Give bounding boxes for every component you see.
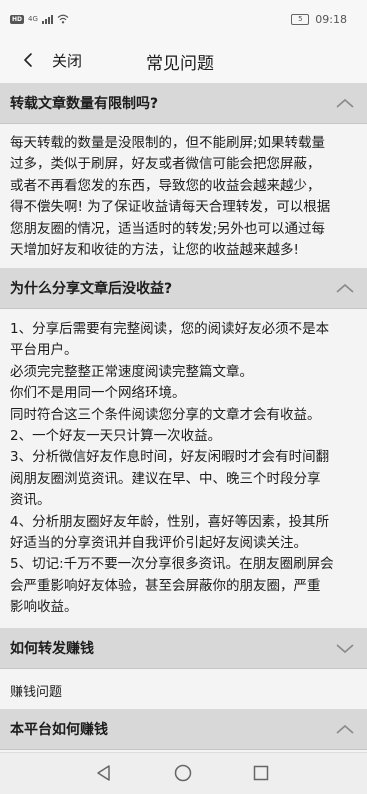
status-right: 5 09:18 — [291, 13, 347, 26]
system-nav-bar — [0, 752, 367, 794]
answer-line: 4、分析朋友圈好友年龄，性别，喜好等因素，投其所 — [10, 513, 330, 530]
faq-answer-3: 赚钱问题 — [0, 669, 367, 709]
answer-line: 天增加好友和收徒的方法，让您的收益越来越多! — [10, 242, 299, 259]
answer-line: 必须完完整整正常速度阅读完整篇文章。 — [10, 363, 253, 380]
answer-line: 你们不是用同一个网络环境。 — [10, 385, 186, 402]
answer-line: 影响收益。 — [10, 599, 78, 616]
answer-line: 每天转载的数量是没限制的，但不能刷屏;如果转载量 — [10, 135, 326, 151]
faq-question-text: 如何转发赚钱 — [10, 641, 94, 657]
wifi-icon — [57, 14, 69, 24]
answer-line: 阅朋友圈浏览资讯。建议在早、中、晚三个时段分享 — [10, 470, 321, 487]
answer-line: 5、切记:千万不要一次分享很多资讯。在朋友圈刷屏会 — [10, 556, 334, 573]
back-triangle-icon[interactable] — [94, 763, 114, 783]
home-circle-icon[interactable] — [173, 763, 193, 783]
answer-line: 赚钱问题 — [10, 685, 63, 700]
answer-line: 好适当的分享资讯并自我评价引起好友阅读关注。 — [10, 535, 307, 552]
faq-question-2[interactable]: 为什么分享文章后没收益? — [0, 268, 367, 309]
answer-line: 会严重影响好友体验，甚至会屏蔽你的朋友圈，严重 — [10, 577, 321, 594]
top-nav-bar: 关闭 常见问题 — [0, 38, 367, 83]
answer-line: 得不偿失啊! 为了保证收益请每天合理转发，可以根据 — [10, 199, 331, 216]
answer-line: 3、分析微信好友作息时间，好友闲暇时才会有时间翻 — [10, 449, 330, 466]
battery-icon: 5 — [291, 14, 310, 25]
chevron-up-icon[interactable] — [335, 723, 355, 735]
network-type: 4G — [28, 15, 38, 23]
faq-answer-text: 每天转载的数量是没限制的，但不能刷屏;如果转载量 过多，类似于刷屏，好友或者微信… — [10, 133, 362, 261]
status-left: HD 4G — [10, 14, 69, 24]
answer-line: 或者不再看您发的东西，导致您的收益会越来越少， — [10, 177, 321, 194]
faq-question-text: 转载文章数量有限制吗? — [10, 96, 159, 112]
answer-line: 2、一个好友一天只计算一次收益。 — [10, 428, 222, 445]
answer-line: 过多，类似于刷屏，好友或者微信可能会把您屏蔽， — [10, 156, 321, 173]
faq-question-text: 本平台如何赚钱 — [10, 722, 108, 738]
faq-answer-1: 每天转载的数量是没限制的，但不能刷屏;如果转载量 过多，类似于刷屏，好友或者微信… — [0, 124, 367, 272]
faq-answer-2: 1、分享后需要有完整阅读，您的阅读好友必须不是本 平台用户。 必须完完整整正常速… — [0, 309, 367, 630]
answer-line: 资讯。 — [10, 492, 51, 509]
answer-line: 同时符合这三个条件阅读您分享的文章才会有收益。 — [10, 406, 321, 423]
chevron-down-icon[interactable] — [335, 642, 355, 654]
answer-line: 平台用户。 — [10, 342, 78, 359]
faq-question-3[interactable]: 如何转发赚钱 — [0, 628, 367, 669]
close-button[interactable]: 关闭 — [52, 50, 82, 71]
answer-line: 1、分享后需要有完整阅读，您的阅读好友必须不是本 — [10, 321, 330, 337]
faq-question-text: 为什么分享文章后没收益? — [10, 281, 173, 297]
page-title: 常见问题 — [146, 54, 214, 74]
signal-icon — [41, 14, 53, 24]
faq-question-4[interactable]: 本平台如何赚钱 — [0, 709, 367, 750]
faq-answer-text: 1、分享后需要有完整阅读，您的阅读好友必须不是本 平台用户。 必须完完整整正常速… — [10, 319, 362, 619]
back-arrow-icon[interactable] — [18, 48, 40, 72]
hd-badge: HD — [10, 14, 25, 24]
chevron-up-icon[interactable] — [335, 97, 355, 109]
status-bar: HD 4G 5 09:18 — [0, 0, 367, 38]
faq-question-1[interactable]: 转载文章数量有限制吗? — [0, 83, 367, 124]
chevron-up-icon[interactable] — [335, 282, 355, 294]
clock: 09:18 — [315, 13, 347, 26]
recents-square-icon[interactable] — [251, 763, 271, 783]
answer-line: 您朋友圈的情况，适当适时的转发;另外也可以通过每 — [10, 220, 326, 237]
